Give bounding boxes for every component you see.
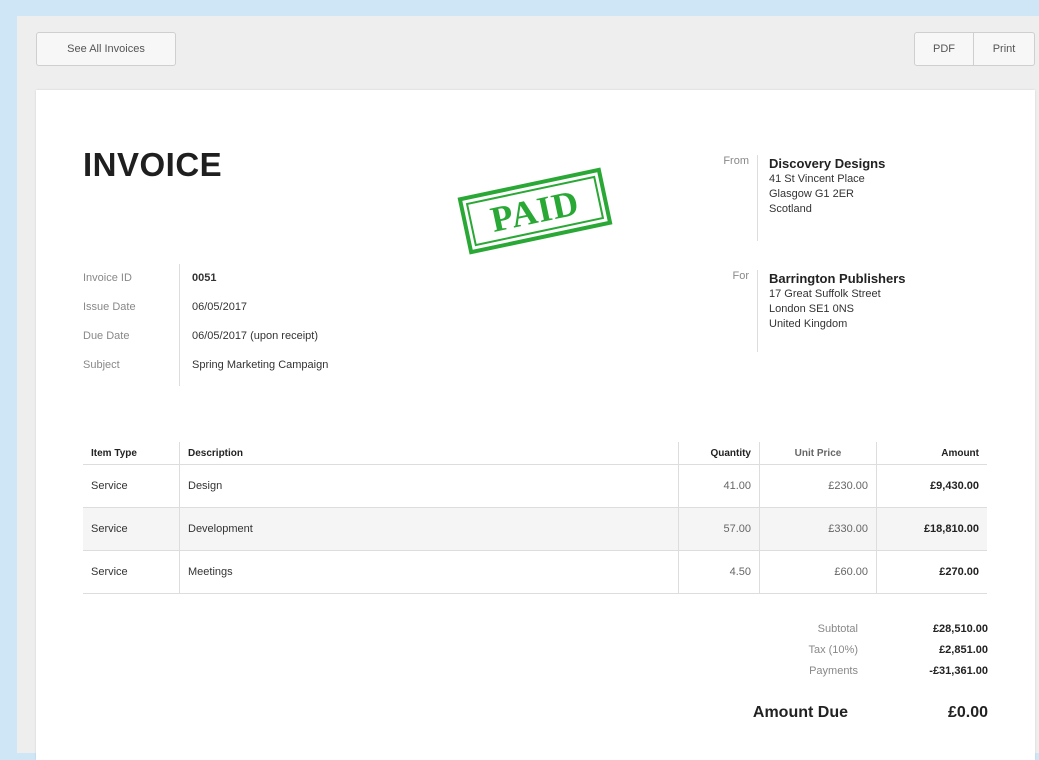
from-company-name: Discovery Designs bbox=[769, 156, 886, 171]
subtotal-row: Subtotal £28,510.00 bbox=[736, 618, 988, 639]
table-row: Service Meetings 4.50 £60.00 £270.00 bbox=[83, 550, 987, 594]
export-button-group: PDF Print bbox=[914, 32, 1035, 66]
tax-row: Tax (10%) £2,851.00 bbox=[736, 639, 988, 660]
due-date-value: 06/05/2017 (upon receipt) bbox=[192, 330, 318, 342]
payments-value: -£31,361.00 bbox=[929, 664, 988, 677]
total-label: Subtotal bbox=[817, 622, 858, 635]
invoice-id-value: 0051 bbox=[192, 272, 217, 284]
subject-value: Spring Marketing Campaign bbox=[192, 359, 329, 371]
meta-row-subject: Subject Spring Marketing Campaign bbox=[83, 359, 328, 388]
divider bbox=[757, 270, 758, 352]
description-cell: Development bbox=[179, 507, 679, 551]
meta-key: Due Date bbox=[83, 330, 130, 342]
amount-cell: £9,430.00 bbox=[876, 464, 987, 508]
quantity-cell: 4.50 bbox=[678, 550, 760, 594]
totals-block: Subtotal £28,510.00 Tax (10%) £2,851.00 … bbox=[736, 618, 988, 681]
total-label: Tax (10%) bbox=[808, 643, 858, 656]
table-row: Service Development 57.00 £330.00 £18,81… bbox=[83, 507, 987, 551]
for-address-line: United Kingdom bbox=[769, 318, 848, 330]
column-header: Amount bbox=[876, 442, 987, 465]
meta-key: Issue Date bbox=[83, 301, 136, 313]
amount-due-label: Amount Due bbox=[752, 704, 848, 721]
table-row: Service Design 41.00 £230.00 £9,430.00 bbox=[83, 464, 987, 508]
for-company-name: Barrington Publishers bbox=[769, 271, 906, 286]
print-button[interactable]: Print bbox=[974, 32, 1035, 66]
column-header: Quantity bbox=[678, 442, 760, 465]
invoice-title: INVOICE bbox=[83, 146, 223, 183]
amount-cell: £18,810.00 bbox=[876, 507, 987, 551]
quantity-cell: 57.00 bbox=[678, 507, 760, 551]
unit-price-cell: £330.00 bbox=[759, 507, 877, 551]
divider bbox=[757, 155, 758, 241]
issue-date-value: 06/05/2017 bbox=[192, 301, 248, 313]
quantity-cell: 41.00 bbox=[678, 464, 760, 508]
paid-stamp: PAID bbox=[457, 167, 613, 255]
pdf-button[interactable]: PDF bbox=[914, 32, 974, 66]
meta-key: Subject bbox=[83, 359, 120, 371]
from-address-line: 41 St Vincent Place bbox=[769, 173, 865, 185]
description-cell: Meetings bbox=[179, 550, 679, 594]
see-all-invoices-button[interactable]: See All Invoices bbox=[36, 32, 176, 66]
amount-due-value: £0.00 bbox=[947, 704, 988, 721]
column-header: Description bbox=[179, 442, 679, 465]
unit-price-cell: £60.00 bbox=[759, 550, 877, 594]
invoice-sheet: INVOICE PAID From Discovery Designs 41 S… bbox=[36, 90, 1035, 760]
amount-cell: £270.00 bbox=[876, 550, 987, 594]
item-type-cell: Service bbox=[83, 507, 180, 551]
from-address-line: Glasgow G1 2ER bbox=[769, 188, 854, 200]
payments-row: Payments -£31,361.00 bbox=[736, 660, 988, 681]
column-header: Unit Price bbox=[759, 442, 877, 465]
meta-key: Invoice ID bbox=[83, 272, 132, 284]
tax-value: £2,851.00 bbox=[939, 643, 988, 656]
meta-row-issue-date: Issue Date 06/05/2017 bbox=[83, 301, 328, 330]
item-type-cell: Service bbox=[83, 550, 180, 594]
total-label: Payments bbox=[809, 664, 858, 677]
meta-row-due-date: Due Date 06/05/2017 (upon receipt) bbox=[83, 330, 328, 359]
column-header: Item Type bbox=[83, 442, 180, 465]
meta-row-invoice-id: Invoice ID 0051 bbox=[83, 272, 328, 301]
invoice-meta: Invoice ID 0051 Issue Date 06/05/2017 Du… bbox=[83, 264, 328, 388]
subtotal-value: £28,510.00 bbox=[932, 622, 988, 635]
for-address-line: London SE1 0NS bbox=[769, 303, 855, 315]
from-address-line: Scotland bbox=[769, 203, 812, 215]
item-type-cell: Service bbox=[83, 464, 180, 508]
line-items-table: Item Type Description Quantity Unit Pric… bbox=[83, 442, 987, 594]
for-address-line: 17 Great Suffolk Street bbox=[769, 288, 881, 300]
from-label: From bbox=[723, 155, 749, 167]
unit-price-cell: £230.00 bbox=[759, 464, 877, 508]
table-header-row: Item Type Description Quantity Unit Pric… bbox=[83, 442, 987, 465]
for-label: For bbox=[732, 270, 750, 282]
description-cell: Design bbox=[179, 464, 679, 508]
invoice-app: See All Invoices PDF Print INVOICE PAID … bbox=[17, 16, 1039, 760]
amount-due-row: Amount Due £0.00 bbox=[686, 704, 988, 722]
